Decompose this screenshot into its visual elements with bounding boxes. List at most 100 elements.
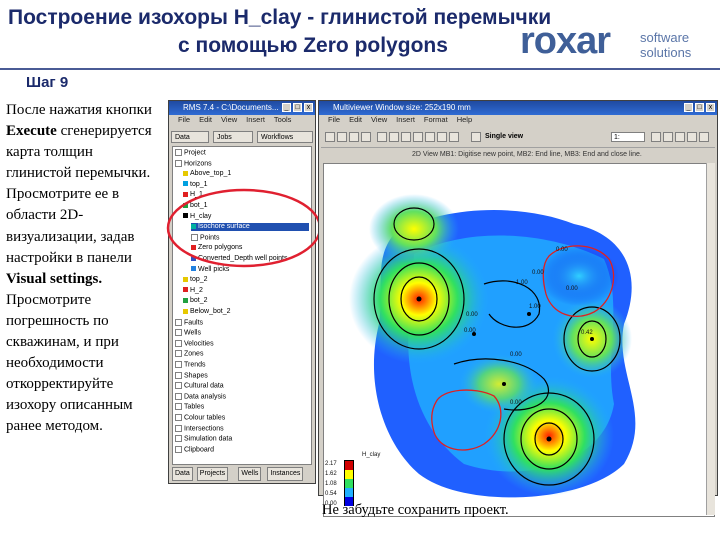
tree-item[interactable]: Project <box>175 149 206 157</box>
tree-item[interactable]: Trends <box>175 361 206 369</box>
tree-item[interactable]: Horizons <box>175 159 212 168</box>
rms-menu-tools[interactable]: Tools <box>274 115 292 124</box>
mv-toolbar: Single view 1: <box>321 129 715 148</box>
zoom-out-icon[interactable] <box>663 132 673 142</box>
tree-item-swatch <box>183 308 188 314</box>
tab-jobs[interactable]: Jobs <box>213 131 253 143</box>
rms-menu-insert[interactable]: Insert <box>246 115 265 124</box>
single-view-icon[interactable] <box>471 132 481 142</box>
legend-swatch <box>345 488 353 497</box>
tree-item[interactable]: Wells <box>175 329 201 337</box>
tree-item[interactable]: Tables <box>175 403 204 411</box>
tree-item[interactable]: Above_top_1 <box>183 170 231 178</box>
bottom-tab-wells[interactable]: Wells <box>238 467 262 481</box>
refresh-icon[interactable] <box>687 132 697 142</box>
isochore-map-2d-view[interactable]: 0.00 0.00 0.00 1.00 1.00 0.00 0.00 0.00 0.00 0.42… <box>323 163 715 517</box>
mv-menu-edit[interactable]: Edit <box>349 115 362 124</box>
mv-maximize-button[interactable]: □ <box>695 103 704 112</box>
mv-close-button[interactable]: x <box>706 103 715 112</box>
grid-tool-icon[interactable] <box>425 132 435 142</box>
logo-word: roxar <box>520 20 611 62</box>
body-part3: Просмотрите погрешность по скважинам, и … <box>6 291 133 435</box>
ruler-tool-icon[interactable] <box>401 132 411 142</box>
vertical-scrollbar[interactable] <box>706 163 715 515</box>
print-tool-icon[interactable] <box>437 132 447 142</box>
tree-item[interactable]: H_2 <box>183 287 203 295</box>
tree-item[interactable]: Clipboard <box>175 445 214 454</box>
isochore-map-svg: 0.00 0.00 0.00 1.00 1.00 0.00 0.00 0.00 0.00 0.42… <box>324 164 714 516</box>
zoom-tool-icon[interactable] <box>349 132 359 142</box>
rotate-tool-icon[interactable] <box>361 132 371 142</box>
tree-item[interactable]: Intersections <box>175 424 224 433</box>
pointer-tool-icon[interactable] <box>377 132 387 142</box>
contour-label: 0.00 <box>510 352 522 358</box>
tree-item[interactable]: Below_bot_2 <box>183 308 230 316</box>
tree-item[interactable]: top_2 <box>183 276 208 284</box>
zoom-field[interactable]: 1: <box>611 132 645 142</box>
bottom-tab-data[interactable]: Data <box>172 467 193 481</box>
tree-item[interactable]: Zones <box>175 350 203 358</box>
tree-item-swatch <box>175 403 182 411</box>
tree-item[interactable]: Data analysis <box>175 392 227 401</box>
bottom-tab-instances[interactable]: Instances <box>267 467 304 481</box>
tab-data[interactable]: Data <box>171 131 209 143</box>
tree-item[interactable]: bot_2 <box>183 297 208 305</box>
tree-item[interactable]: Colour tables <box>175 414 225 422</box>
contour-label: 0.42 <box>581 330 593 336</box>
layout-tool-icon[interactable] <box>413 132 423 142</box>
tree-item-label: Intersections <box>184 424 224 432</box>
mv-menu-help[interactable]: Help <box>457 115 472 124</box>
mv-menu-insert[interactable]: Insert <box>396 115 415 124</box>
zoom-in-icon[interactable] <box>651 132 661 142</box>
rms-menu-file[interactable]: File <box>178 115 190 124</box>
logo-sub1: software <box>640 30 690 45</box>
tree-item-swatch <box>183 287 188 293</box>
mv-menu-file[interactable]: File <box>328 115 340 124</box>
tree-item-swatch <box>175 445 182 453</box>
bottom-tab-projects[interactable]: Projects <box>196 467 229 481</box>
tab-workflows[interactable]: Workflows <box>257 131 313 143</box>
highlight-ellipse <box>166 188 322 268</box>
tree-item[interactable]: Velocities <box>175 339 214 348</box>
tree-item[interactable]: Faults <box>175 318 204 327</box>
tree-item-swatch <box>175 149 182 156</box>
mv-menu-view[interactable]: View <box>371 115 387 124</box>
tree-item-label: Wells <box>184 329 201 337</box>
close-button[interactable]: x <box>304 103 313 112</box>
tree-item-swatch <box>175 350 182 358</box>
mv-minimize-button[interactable]: _ <box>684 103 693 112</box>
legend-value: 0.54 <box>325 491 337 497</box>
digitize-tool-icon[interactable] <box>389 132 399 142</box>
rms-explorer-window: RMS 7.4 - C:\Documents... _ □ x File Edit… <box>168 100 316 484</box>
tree-item[interactable]: Simulation data <box>175 435 232 443</box>
single-view-label[interactable]: Single view <box>485 133 523 140</box>
tree-item-swatch <box>175 424 182 432</box>
tree-item[interactable]: Cultural data <box>175 382 224 390</box>
tree-item-swatch <box>183 298 188 304</box>
legend-value: 1.08 <box>325 481 337 487</box>
legend-value: 2.17 <box>325 461 337 467</box>
legend-title: H_clay <box>362 452 380 458</box>
tree-item-swatch <box>183 170 188 176</box>
tree-item-label: Faults <box>184 318 204 326</box>
mv-menu-format[interactable]: Format <box>424 115 448 124</box>
rms-menu-edit[interactable]: Edit <box>199 115 212 124</box>
tree-item-swatch <box>175 318 182 326</box>
scale-tool-icon[interactable] <box>449 132 459 142</box>
settings-icon[interactable] <box>699 132 709 142</box>
tree-item[interactable]: Shapes <box>175 371 208 380</box>
minimize-button[interactable]: _ <box>282 103 291 112</box>
select-tool-icon[interactable] <box>325 132 335 142</box>
fit-view-icon[interactable] <box>675 132 685 142</box>
slide-title-line2: с помощью Zero polygons <box>178 34 448 57</box>
pan-tool-icon[interactable] <box>337 132 347 142</box>
tree-item-label: bot_2 <box>190 297 208 305</box>
tree-item-label: Data analysis <box>184 393 227 401</box>
contour-label: 0.00 <box>464 328 476 334</box>
legend-bars <box>345 461 353 506</box>
contour-label: 0.00 <box>532 270 544 276</box>
save-reminder: Не забудьте сохранить проект. <box>322 502 509 518</box>
tree-item-label: Simulation data <box>184 435 233 443</box>
maximize-button[interactable]: □ <box>293 103 302 112</box>
rms-menu-view[interactable]: View <box>221 115 237 124</box>
